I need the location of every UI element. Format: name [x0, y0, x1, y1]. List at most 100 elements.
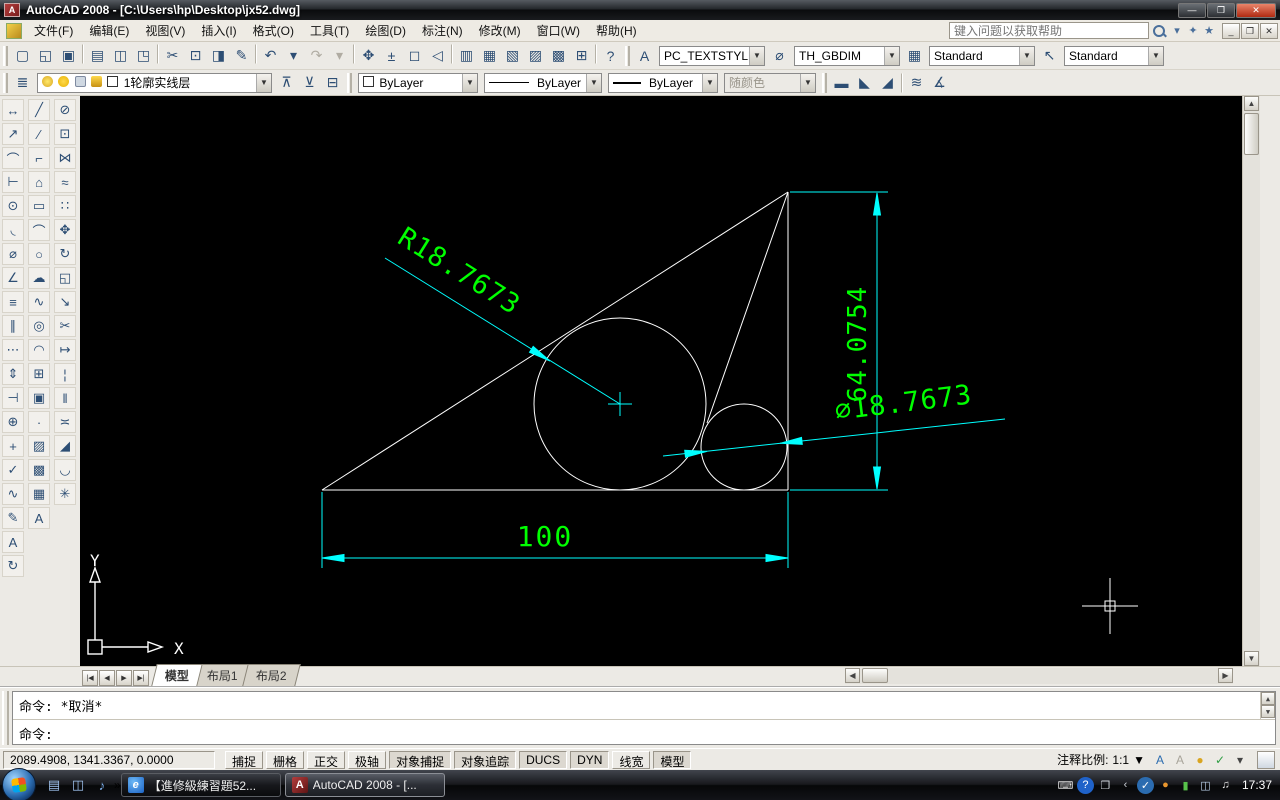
- dim-tool-dimension-edit[interactable]: ✎: [2, 507, 24, 529]
- coordinates-readout[interactable]: 2089.4908, 1341.3367, 0.0000: [3, 750, 215, 769]
- doc-close-button[interactable]: ✕: [1260, 22, 1278, 39]
- modify-tool-trim[interactable]: ✂: [54, 315, 76, 337]
- menu-item-2[interactable]: 视图(V): [137, 20, 193, 41]
- doc-minimize-button[interactable]: _: [1222, 22, 1240, 39]
- toolbar-button-open-file[interactable]: ◱: [34, 44, 57, 67]
- tab-nav-button-next-tab[interactable]: ▶: [116, 670, 132, 686]
- dim-tool-linear-dimension[interactable]: ↔: [2, 99, 24, 121]
- angle-tool-icon[interactable]: ∡: [928, 71, 951, 94]
- modify-tool-scale[interactable]: ◱: [54, 267, 76, 289]
- toolbar-button-properties-palette[interactable]: ▥: [455, 44, 478, 67]
- modify-tool-erase[interactable]: ⊘: [54, 99, 76, 121]
- menu-item-7[interactable]: 标注(N): [414, 20, 471, 41]
- menu-item-6[interactable]: 绘图(D): [357, 20, 414, 41]
- status-toggle-otrack[interactable]: 对象追踪: [454, 750, 517, 769]
- modify-tool-mirror[interactable]: ⋈: [54, 147, 76, 169]
- layer-properties-manager-icon[interactable]: ≣: [11, 71, 34, 94]
- linetype-combo[interactable]: ByLayer ▼: [484, 72, 602, 93]
- toolbar-button-copy-clip[interactable]: ⊡: [184, 44, 207, 67]
- layer-thaw-icon[interactable]: [58, 76, 70, 87]
- modify-tool-break-at-point[interactable]: ¦: [54, 363, 76, 385]
- dim-tool-tolerance[interactable]: ⊕: [2, 411, 24, 433]
- combo-arrow-icon[interactable]: ▼: [256, 73, 271, 92]
- dim-tool-inspection[interactable]: ✓: [2, 459, 24, 481]
- quick-launch-icon-show-desktop-icon[interactable]: ▤: [44, 775, 64, 795]
- hscroll-thumb[interactable]: [862, 668, 888, 683]
- dim-tool-continue-dimension[interactable]: ⋯: [2, 339, 24, 361]
- modify-tool-extend[interactable]: ↦: [54, 339, 76, 361]
- restore-button[interactable]: ❐: [1207, 2, 1235, 18]
- draw-tool-line[interactable]: ╱: [28, 99, 50, 121]
- toolbar-button-designcenter[interactable]: ▦: [478, 44, 501, 67]
- toolbar-grip[interactable]: [3, 45, 8, 66]
- search-icon[interactable]: [1151, 23, 1167, 39]
- vertical-scrollbar[interactable]: ▲ ▼: [1242, 96, 1260, 666]
- modify-tool-rotate[interactable]: ↻: [54, 243, 76, 265]
- tray-icon-network-icon[interactable]: ◫: [1197, 777, 1214, 794]
- toolbar-button-quickcalc[interactable]: ⊞: [570, 44, 593, 67]
- dim-style-icon[interactable]: ⌀: [768, 44, 791, 67]
- scroll-left-icon[interactable]: ◀: [845, 668, 860, 683]
- taskbar-clock[interactable]: 17:37: [1242, 778, 1272, 792]
- dropdown-arrow-icon[interactable]: ▾: [1169, 23, 1185, 39]
- table-style-combo[interactable]: Standard ▼: [929, 45, 1035, 66]
- dim-tool-diameter-dimension[interactable]: ⌀: [2, 243, 24, 265]
- tab-nav-button-first-tab[interactable]: |◀: [82, 670, 98, 686]
- draw-tool-polygon[interactable]: ⌂: [28, 171, 50, 193]
- dim-tool-arc-length-dimension[interactable]: ⌒: [2, 147, 24, 169]
- layer-tool-button-layer-states-manager[interactable]: ⊟: [321, 71, 344, 94]
- toolbar-button-cut[interactable]: ✂: [161, 44, 184, 67]
- tray-icon-power-plug-icon[interactable]: ▮: [1177, 777, 1194, 794]
- modify-tool-move[interactable]: ✥: [54, 219, 76, 241]
- modify-tool-break[interactable]: ‖: [54, 387, 76, 409]
- combo-arrow-icon[interactable]: ▼: [884, 46, 899, 65]
- quick-launch-icon-window-switcher-icon[interactable]: ◫: [68, 775, 88, 795]
- menu-item-9[interactable]: 窗口(W): [529, 20, 588, 41]
- draw-tool-circle[interactable]: ○: [28, 243, 50, 265]
- menu-item-10[interactable]: 帮助(H): [588, 20, 645, 41]
- layout-tab-layout2[interactable]: 布局2: [241, 664, 301, 686]
- favorites-star-icon[interactable]: ★: [1201, 23, 1217, 39]
- combo-arrow-icon[interactable]: ▼: [749, 46, 764, 65]
- dim-tool-dimension-text-edit[interactable]: A: [2, 531, 24, 553]
- close-button[interactable]: ✕: [1236, 2, 1276, 18]
- layer-on-icon[interactable]: [42, 76, 53, 87]
- scroll-down-icon[interactable]: ▼: [1244, 651, 1259, 666]
- tray-icon-chevron-left-icon[interactable]: ‹: [1117, 777, 1134, 794]
- draw-tool-rectangle[interactable]: ▭: [28, 195, 50, 217]
- toolbar-button-new-file[interactable]: ▢: [11, 44, 34, 67]
- scroll-right-icon[interactable]: ▶: [1218, 668, 1233, 683]
- toolbar-button-zoom-previous[interactable]: ◁: [426, 44, 449, 67]
- combo-arrow-icon[interactable]: ▼: [462, 73, 477, 92]
- status-icon-annotation-autoscale-icon[interactable]: A: [1171, 751, 1189, 769]
- draw-tool-table[interactable]: ▦: [28, 483, 50, 505]
- toolbar-button-plot-preview[interactable]: ◫: [109, 44, 132, 67]
- cmd-scroll-up-icon[interactable]: ▲: [1261, 692, 1275, 705]
- toolbar-button-undo-dropdown[interactable]: ▾: [282, 44, 305, 67]
- command-scrollbar[interactable]: ▲ ▼: [1260, 692, 1275, 719]
- status-toggle-model-space[interactable]: 模型: [653, 750, 692, 769]
- status-toggle-grid[interactable]: 栅格: [266, 750, 305, 769]
- draw-tool-gradient[interactable]: ▩: [28, 459, 50, 481]
- draw-tool-spline[interactable]: ∿: [28, 291, 50, 313]
- doc-restore-button[interactable]: ❐: [1241, 22, 1259, 39]
- quick-dim-icon[interactable]: ◣: [853, 71, 876, 94]
- draw-tool-polyline[interactable]: ⌐: [28, 147, 50, 169]
- toolbar-button-publish[interactable]: ◳: [132, 44, 155, 67]
- dim-tool-ordinate-dimension[interactable]: ⊢: [2, 171, 24, 193]
- toolbar-grip[interactable]: [625, 45, 630, 66]
- dim-tool-dimension-update[interactable]: ↻: [2, 555, 24, 577]
- combo-arrow-icon[interactable]: ▼: [1019, 46, 1034, 65]
- combo-arrow-icon[interactable]: ▼: [586, 73, 601, 92]
- minimize-button[interactable]: —: [1178, 2, 1206, 18]
- drawing-canvas[interactable]: R18.7673 64.0754 ∅18.7673 100 Y X: [80, 96, 1242, 666]
- modify-tool-offset[interactable]: ≈: [54, 171, 76, 193]
- cmd-scroll-down-icon[interactable]: ▼: [1261, 705, 1275, 718]
- toolbar-button-tool-palettes[interactable]: ▧: [501, 44, 524, 67]
- clean-screen-button[interactable]: [1257, 750, 1275, 769]
- toolbar-button-markup-set-manager[interactable]: ▩: [547, 44, 570, 67]
- task-button-task-ie[interactable]: e 【進修級練習題52...: [120, 773, 281, 797]
- dim-tool-radius-dimension[interactable]: ⊙: [2, 195, 24, 217]
- toolbar-button-paste[interactable]: ◨: [207, 44, 230, 67]
- dim-tool-jogged-linear[interactable]: ∿: [2, 483, 24, 505]
